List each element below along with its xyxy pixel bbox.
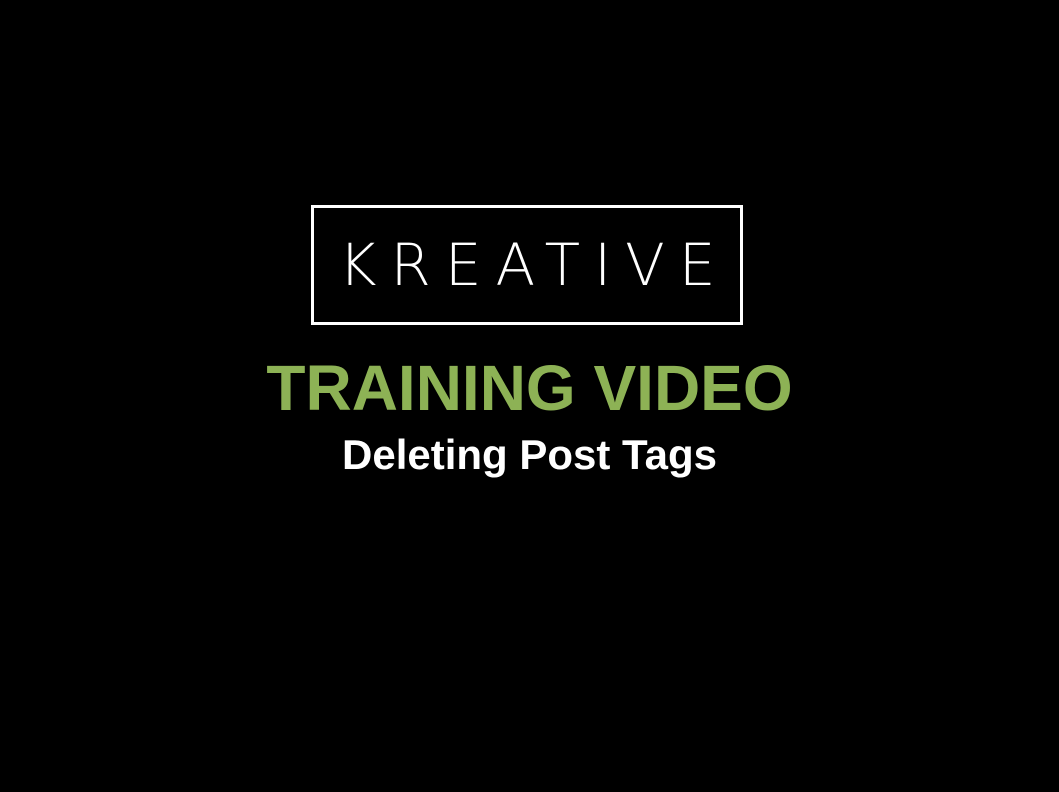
title-slide: KREATIVE TRAINING VIDEO Deleting Post Ta… <box>0 0 1059 792</box>
logo-text: KREATIVE <box>338 231 730 299</box>
slide-subtitle: Deleting Post Tags <box>342 431 717 478</box>
slide-title: TRAINING VIDEO <box>266 352 793 424</box>
kreative-logo: KREATIVE <box>311 205 743 325</box>
